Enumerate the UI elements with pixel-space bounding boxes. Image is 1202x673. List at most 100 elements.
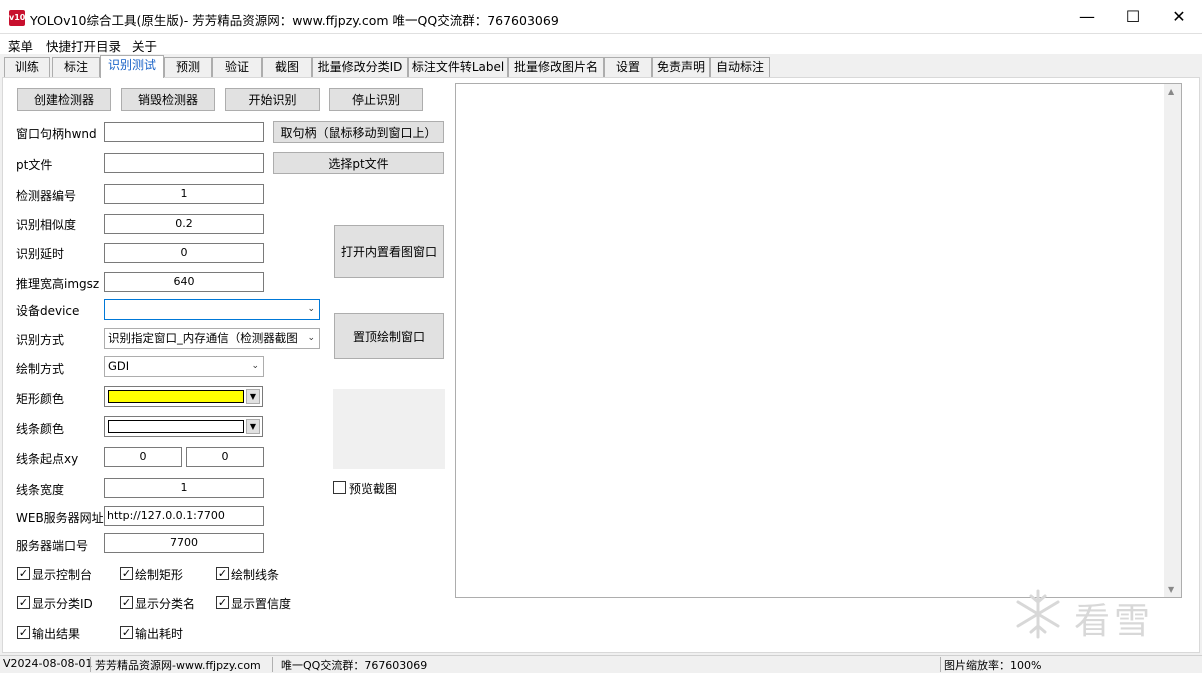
checkbox-label-output-result: 输出结果 (32, 627, 81, 641)
create-detector-button[interactable]: 创建检测器 (17, 88, 111, 111)
snowflake-logo-icon (1012, 588, 1064, 640)
get-handle-button[interactable]: 取句柄（鼠标移动到窗口上） (273, 121, 444, 143)
vertical-scrollbar[interactable]: ▲ ▼ (1164, 84, 1181, 597)
checkbox-show-class-name[interactable]: ✓ (120, 596, 133, 609)
checkbox-label-draw-line: 绘制线条 (231, 568, 280, 582)
chevron-down-icon: ⌄ (305, 329, 315, 347)
tab-screenshot[interactable]: 截图 (262, 57, 312, 77)
checkbox-label-show-confidence: 显示置信度 (231, 597, 292, 611)
menu-item-about[interactable]: 关于 (132, 36, 157, 55)
tab-settings[interactable]: 设置 (604, 57, 652, 77)
top-draw-window-button[interactable]: 置顶绘制窗口 (334, 313, 444, 359)
delay-input[interactable]: 0 (104, 243, 264, 263)
device-label: 设备device (16, 304, 80, 318)
open-viewer-button[interactable]: 打开内置看图窗口 (334, 225, 444, 278)
imgsz-input[interactable]: 640 (104, 272, 264, 292)
tab-validate[interactable]: 验证 (212, 57, 262, 77)
method-select[interactable]: 识别指定窗口_内存通信（检测器截图 ⌄ (104, 328, 320, 349)
checkbox-label-show-console: 显示控制台 (32, 568, 93, 582)
status-site: 芳芳精品资源网-www.ffjpzy.com (95, 659, 261, 672)
detector-id-label: 检测器编号 (16, 189, 77, 203)
device-select[interactable]: ⌄ (104, 299, 320, 320)
port-input[interactable]: 7700 (104, 533, 264, 553)
start-recognition-button[interactable]: 开始识别 (225, 88, 320, 111)
tab-train[interactable]: 训练 (4, 57, 50, 77)
maximize-button[interactable]: ☐ (1110, 0, 1156, 34)
checkbox-show-console[interactable]: ✓ (17, 567, 30, 580)
preview-screenshot-label: 预览截图 (349, 482, 398, 496)
line-start-y-input[interactable]: 0 (186, 447, 264, 467)
close-button[interactable]: ✕ (1156, 0, 1202, 34)
method-value: 识别指定窗口_内存通信（检测器截图 (108, 331, 298, 345)
similarity-input[interactable]: 0.2 (104, 214, 264, 234)
status-version: V2024-08-08-01 (3, 657, 93, 670)
window-title: YOLOv10综合工具(原生版)- 芳芳精品资源网：www.ffjpzy.com… (30, 13, 559, 28)
preview-screenshot-checkbox[interactable] (333, 481, 346, 494)
checkbox-label-show-class-id: 显示分类ID (32, 597, 93, 611)
menu-item-menu[interactable]: 菜单 (8, 36, 33, 55)
scroll-up-icon[interactable]: ▲ (1168, 87, 1174, 96)
tab-label-convert[interactable]: 标注文件转Label (408, 57, 508, 77)
menu-item-open-dir[interactable]: 快捷打开目录 (46, 36, 121, 55)
hwnd-label: 窗口句柄hwnd (16, 127, 97, 141)
line-color-picker[interactable]: ▼ (104, 416, 263, 437)
status-divider (272, 657, 273, 672)
status-divider (940, 657, 941, 672)
chevron-down-icon: ⌄ (251, 361, 259, 371)
port-label: 服务器端口号 (16, 539, 89, 553)
destroy-detector-button[interactable]: 销毁检测器 (121, 88, 215, 111)
similarity-label: 识别相似度 (16, 218, 77, 232)
line-color-label: 线条颜色 (16, 422, 65, 436)
method-label: 识别方式 (16, 333, 65, 347)
tab-batch-rename[interactable]: 批量修改图片名 (508, 57, 604, 77)
checkbox-label-show-class-name: 显示分类名 (135, 597, 196, 611)
preview-area (333, 389, 445, 469)
web-address-label: WEB服务器网址 (16, 511, 104, 525)
checkbox-output-result[interactable]: ✓ (17, 626, 30, 639)
pt-input[interactable] (104, 153, 264, 173)
checkbox-draw-rect[interactable]: ✓ (120, 567, 133, 580)
detector-id-input[interactable]: 1 (104, 184, 264, 204)
select-pt-button[interactable]: 选择pt文件 (273, 152, 444, 174)
tab-auto-annotate[interactable]: 自动标注 (710, 57, 770, 77)
line-start-label: 线条起点xy (16, 452, 79, 466)
checkbox-show-class-id[interactable]: ✓ (17, 596, 30, 609)
tab-disclaimer[interactable]: 免责声明 (652, 57, 710, 77)
checkbox-label-draw-rect: 绘制矩形 (135, 568, 184, 582)
dropdown-arrow-icon: ▼ (246, 389, 260, 404)
line-width-label: 线条宽度 (16, 483, 65, 497)
checkbox-show-confidence[interactable]: ✓ (216, 596, 229, 609)
line-start-x-input[interactable]: 0 (104, 447, 182, 467)
line-width-input[interactable]: 1 (104, 478, 264, 498)
tab-recognition-test[interactable]: 识别测试 (100, 55, 164, 78)
scroll-down-icon[interactable]: ▼ (1168, 585, 1174, 594)
pt-label: pt文件 (16, 158, 53, 172)
dropdown-arrow-icon: ▼ (246, 419, 260, 434)
delay-label: 识别延时 (16, 247, 65, 261)
output-textarea[interactable]: ▲ ▼ (455, 83, 1182, 598)
web-address-input[interactable]: http://127.0.0.1:7700 (104, 506, 264, 526)
checkbox-label-output-time: 输出耗时 (135, 627, 184, 641)
tab-annotate[interactable]: 标注 (52, 57, 100, 77)
draw-method-value: GDI (108, 359, 130, 373)
imgsz-label: 推理宽高imgsz (16, 277, 100, 291)
app-icon: v10 (9, 10, 25, 26)
minimize-button[interactable]: — (1064, 0, 1110, 34)
chevron-down-icon: ⌄ (307, 304, 315, 314)
status-qq: 唯一QQ交流群：767603069 (281, 659, 428, 672)
stop-recognition-button[interactable]: 停止识别 (329, 88, 423, 111)
checkbox-draw-line[interactable]: ✓ (216, 567, 229, 580)
hwnd-input[interactable] (104, 122, 264, 142)
status-divider (90, 657, 91, 672)
watermark-text: 看雪 (1074, 601, 1155, 642)
menu-bar (0, 34, 1202, 54)
draw-method-select[interactable]: GDI ⌄ (104, 356, 264, 377)
checkbox-output-time[interactable]: ✓ (120, 626, 133, 639)
rect-color-label: 矩形颜色 (16, 392, 65, 406)
tab-batch-class-id[interactable]: 批量修改分类ID (312, 57, 408, 77)
line-color-swatch (108, 420, 244, 433)
draw-method-label: 绘制方式 (16, 362, 65, 376)
tab-predict[interactable]: 预测 (164, 57, 212, 77)
status-zoom: 图片缩放率：100% (944, 659, 1042, 672)
rect-color-picker[interactable]: ▼ (104, 386, 263, 407)
